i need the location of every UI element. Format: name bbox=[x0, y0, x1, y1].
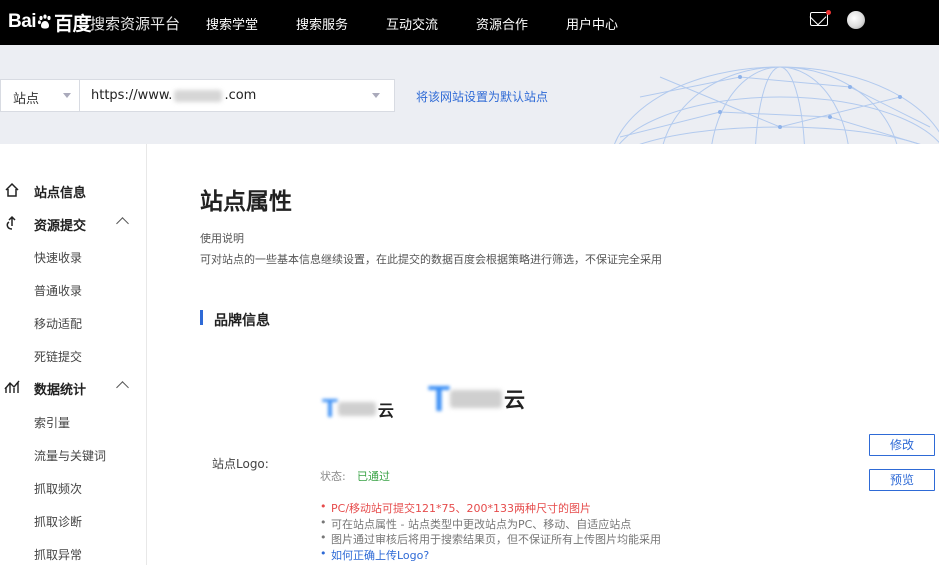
how-to-upload-logo-link[interactable]: 如何正确上传Logo? bbox=[320, 547, 661, 563]
chevron-down-icon bbox=[63, 93, 71, 98]
nav-item-community[interactable]: 互动交流 bbox=[386, 14, 438, 33]
brand-t-mark: T bbox=[428, 378, 450, 419]
brand-char: 云 bbox=[377, 400, 394, 420]
preview-button[interactable]: 预览 bbox=[869, 469, 935, 491]
note-site-type: 可在站点属性 - 站点类型中更改站点为PC、移动、自适应站点 bbox=[320, 516, 661, 532]
page-title: 站点属性 bbox=[200, 189, 292, 215]
site-type-value: 站点 bbox=[13, 92, 40, 107]
notification-dot bbox=[826, 10, 831, 15]
sidebar-item-deadlink-submit[interactable]: 死链提交 bbox=[34, 348, 82, 365]
brand-char: 云 bbox=[504, 388, 525, 412]
blurred-domain bbox=[174, 89, 223, 102]
site-url-select[interactable]: https://www. .com bbox=[80, 79, 395, 112]
baidu-logo[interactable]: Bai 百度 bbox=[8, 6, 92, 38]
site-logo-label: 站点Logo: bbox=[212, 457, 269, 471]
sidebar-group-label: 资源提交 bbox=[34, 219, 87, 234]
platform-name[interactable]: 搜索资源平台 bbox=[90, 13, 180, 34]
nav-item-search-school[interactable]: 搜索学堂 bbox=[206, 14, 258, 33]
paw-icon bbox=[37, 14, 53, 30]
sidebar-item-site-info[interactable]: 站点信息 bbox=[0, 179, 146, 203]
submit-icon bbox=[6, 215, 16, 230]
sidebar-item-crawl-diagnosis[interactable]: 抓取诊断 bbox=[34, 513, 82, 530]
status-value: 已通过 bbox=[357, 470, 390, 483]
section-title: 品牌信息 bbox=[214, 313, 270, 329]
chevron-down-icon bbox=[372, 93, 380, 98]
site-url-suffix: .com bbox=[224, 88, 257, 103]
blurred-brand-text bbox=[450, 390, 502, 408]
site-url-prefix: https://www. bbox=[91, 88, 173, 103]
section-accent-bar bbox=[200, 310, 203, 325]
home-icon bbox=[5, 182, 19, 197]
sidebar-item-index-volume[interactable]: 索引量 bbox=[34, 414, 70, 431]
nav-item-resource-coop[interactable]: 资源合作 bbox=[476, 14, 528, 33]
sidebar-item-fast-index[interactable]: 快速收录 bbox=[34, 249, 82, 266]
globe-decoration bbox=[614, 66, 939, 144]
site-selector-bar: 站点 https://www. .com 将该网站设置为默认站点 bbox=[0, 45, 939, 144]
chevron-up-icon bbox=[116, 381, 129, 394]
sidebar-item-normal-index[interactable]: 普通收录 bbox=[34, 282, 82, 299]
mail-icon[interactable] bbox=[810, 12, 828, 26]
logo-thumbnail-large: T 云 bbox=[428, 378, 525, 420]
nav-item-user-center[interactable]: 用户中心 bbox=[566, 14, 618, 33]
brand-t-mark: T bbox=[322, 393, 338, 423]
usage-description: 可对站点的一些基本信息继续设置，在此提交的数据百度会根据策略进行筛选，不保证完全… bbox=[200, 253, 662, 266]
sidebar-item-crawl-frequency[interactable]: 抓取频次 bbox=[34, 480, 82, 497]
status-label: 状态: bbox=[320, 470, 346, 483]
top-navbar: Bai 百度 搜索资源平台 搜索学堂 搜索服务 互动交流 资源合作 用户中心 bbox=[0, 0, 939, 45]
note-review: 图片通过审核后将用于搜索结果页，但不保证所有上传图片均能采用 bbox=[320, 531, 661, 547]
sidebar-item-resource-submit[interactable]: 资源提交 bbox=[0, 212, 146, 236]
sidebar-item-data-stats[interactable]: 数据统计 bbox=[0, 376, 146, 400]
sidebar-item-traffic-keywords[interactable]: 流量与关键词 bbox=[34, 447, 106, 464]
edit-button[interactable]: 修改 bbox=[869, 434, 935, 456]
sidebar-group-label: 数据统计 bbox=[34, 383, 87, 398]
logo-notes: PC/移动站可提交121*75、200*133两种尺寸的图片 可在站点属性 - … bbox=[320, 500, 661, 562]
logo-text-left: Bai bbox=[8, 11, 37, 32]
logo-text-right: 百度 bbox=[54, 13, 92, 35]
nav-item-search-service[interactable]: 搜索服务 bbox=[296, 14, 348, 33]
avatar[interactable] bbox=[847, 11, 865, 29]
usage-label: 使用说明 bbox=[200, 232, 244, 245]
set-default-site-link[interactable]: 将该网站设置为默认站点 bbox=[416, 88, 548, 105]
site-type-select[interactable]: 站点 bbox=[0, 79, 80, 112]
logo-thumbnail-small: T 云 bbox=[322, 393, 394, 424]
sidebar-item-crawl-errors[interactable]: 抓取异常 bbox=[34, 546, 82, 563]
sidebar-item-mobile-adapt[interactable]: 移动适配 bbox=[34, 315, 82, 332]
blurred-brand-text bbox=[337, 401, 376, 416]
chevron-up-icon bbox=[116, 217, 129, 230]
sidebar-group-label: 站点信息 bbox=[34, 186, 87, 201]
note-size-requirement: PC/移动站可提交121*75、200*133两种尺寸的图片 bbox=[320, 500, 661, 516]
stats-icon bbox=[4, 380, 20, 393]
sidebar: 站点信息 资源提交 快速收录 普通收录 移动适配 死链提交 数据统计 索引量 流… bbox=[0, 144, 147, 565]
